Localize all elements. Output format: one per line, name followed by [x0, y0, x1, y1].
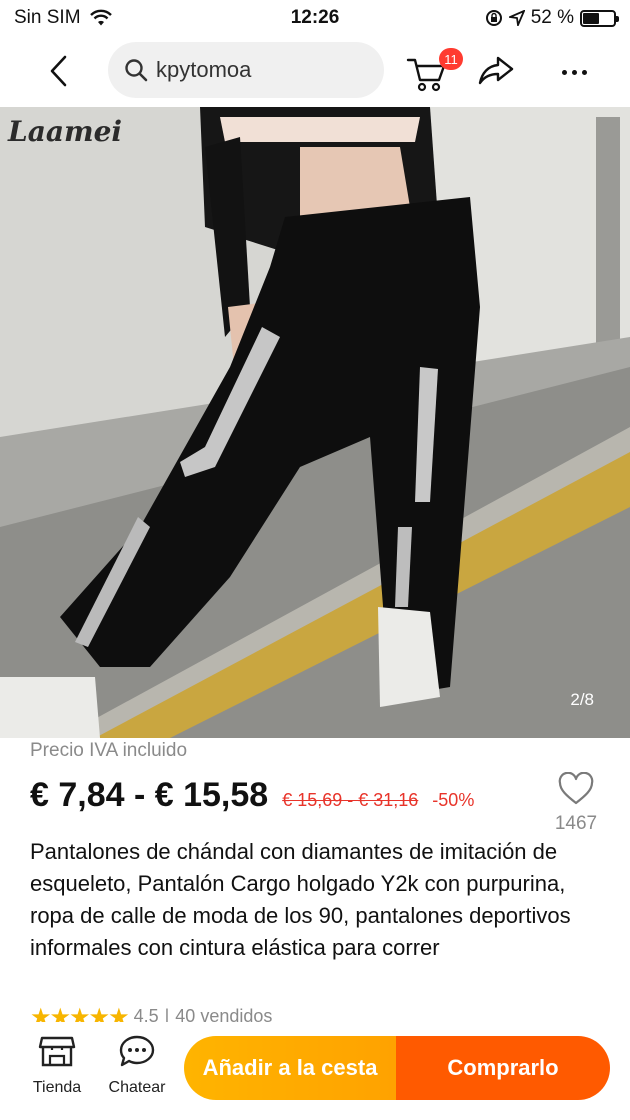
- nav-bar: kpytomoa 11: [0, 36, 630, 106]
- store-button[interactable]: Tienda: [22, 1034, 92, 1097]
- status-right: 52 %: [485, 7, 619, 29]
- store-label: Tienda: [32, 1079, 82, 1096]
- search-value: kpytomoa: [156, 57, 252, 82]
- vat-note: Precio IVA incluido: [30, 740, 188, 761]
- search-input[interactable]: kpytomoa: [108, 42, 384, 98]
- status-left: Sin SIM: [14, 7, 113, 29]
- battery-level: [583, 12, 599, 24]
- back-button[interactable]: [18, 41, 98, 101]
- price: € 7,84 - € 15,58: [30, 776, 269, 814]
- share-icon: [478, 56, 514, 85]
- brand-logo: Laamei: [8, 115, 123, 148]
- share-button[interactable]: [476, 50, 520, 94]
- bottom-bar: Tienda Chatear Añadir a la cesta Comprar…: [0, 1022, 630, 1120]
- chat-button[interactable]: Chatear: [102, 1034, 172, 1097]
- price-row: € 7,84 - € 15,58 € 15,69 - € 31,16 -50%: [30, 776, 474, 815]
- store-icon: [38, 1036, 76, 1067]
- cart-button[interactable]: 11: [405, 46, 463, 96]
- location-icon: [508, 10, 525, 26]
- chat-icon: [119, 1035, 155, 1067]
- more-icon-dot: [571, 69, 577, 75]
- battery-icon: [580, 9, 619, 27]
- product-title: Pantalones de chándal con diamantes de i…: [30, 839, 571, 960]
- carrier-label: Sin SIM: [14, 7, 81, 28]
- wishlist-count: 1467: [554, 813, 598, 834]
- status-bar: Sin SIM 12:26 52 %: [0, 0, 630, 36]
- more-icon-dot: [561, 69, 567, 75]
- original-price: € 15,69 - € 31,16: [282, 790, 419, 810]
- back-icon: [50, 55, 67, 87]
- image-counter: 2/8: [570, 690, 594, 709]
- cta-group: Añadir a la cesta Comprarlo: [184, 1036, 610, 1100]
- rotation-lock-icon: [485, 10, 502, 26]
- more-button[interactable]: [552, 50, 596, 94]
- more-icon-dot: [581, 69, 587, 75]
- add-to-cart-button[interactable]: Añadir a la cesta: [184, 1036, 396, 1100]
- wifi-icon: [89, 9, 112, 26]
- search-icon: [125, 59, 148, 82]
- product-image[interactable]: Laamei 2/8: [0, 107, 630, 738]
- battery-percent: 52 %: [530, 7, 574, 28]
- discount-badge: -50%: [432, 790, 475, 810]
- chat-label: Chatear: [108, 1079, 166, 1096]
- buy-now-button[interactable]: Comprarlo: [396, 1036, 610, 1100]
- heart-icon: [558, 771, 594, 805]
- cart-badge: 11: [439, 48, 463, 70]
- product-photo: [0, 107, 630, 738]
- wishlist-button[interactable]: 1467: [550, 771, 602, 835]
